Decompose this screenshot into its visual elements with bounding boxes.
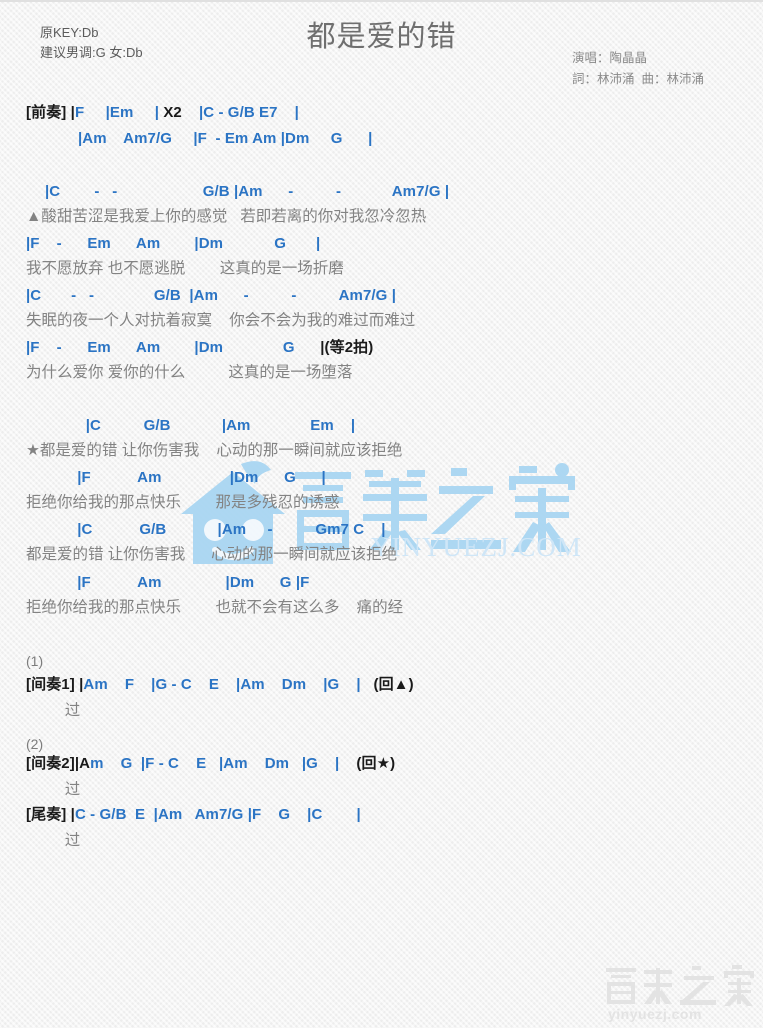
chord-run: Am F |G - C E |Am Dm |G | (回▲) xyxy=(83,676,413,693)
sheet-line-ch2-l2: 拒绝你给我的那点快乐 也就不会有这么多 痛的经 xyxy=(26,599,404,616)
sheet-line-ch1-l1: ★都是爱的错 让你伤害我 心动的那一瞬间就应该拒绝 xyxy=(26,442,403,459)
sheet-line-v1-c1: |C - - G/B |Am - - Am7/G | xyxy=(45,183,450,200)
section-label: [前奏] | xyxy=(26,104,75,121)
beat-annotation: |(等2拍) xyxy=(320,339,374,356)
repeat-annotation: (回▲) xyxy=(373,676,414,693)
sheet-line-ch1-c2: |F Am |Dm G | xyxy=(26,469,326,486)
sheet-line-out-c: [尾奏] |C - G/B E |Am Am7/G |F G |C | xyxy=(0,806,763,824)
sheet-line-v2-c1: |C - - G/B |Am - - Am7/G | xyxy=(26,287,397,304)
sheet-line-v1-c2: |F - Em Am |Dm G | xyxy=(26,235,321,252)
sheet-line-int1-l: 过 xyxy=(26,702,81,719)
sheet-line-out-l: 过 xyxy=(26,832,81,849)
sheet-line-v2-l2: 为什么爱你 爱你的什么 这真的是一场堕落 xyxy=(26,364,353,381)
sheet-line-v2-c2: |F - Em Am |Dm G |(等2拍) xyxy=(0,339,763,357)
sheet-line-v1-l2: 我不愿放弃 也不愿逃脱 这真的是一场折磨 xyxy=(26,260,344,277)
chord-run: |C - G/B E7 | xyxy=(181,104,299,121)
sheet-line-v2-l1: 失眠的夜一个人对抗着寂寞 你会不会为我的难过而难过 xyxy=(26,312,416,329)
credits: 演唱：陶晶晶詞：林沛涌 曲：林沛涌 xyxy=(572,48,704,90)
writer-line: 詞：林沛涌 曲：林沛涌 xyxy=(572,72,704,86)
chord-run: F |Em | X2 |C - G/B E7 | xyxy=(75,104,299,121)
chord-run: m G |F - C E |Am Dm |G | xyxy=(90,755,357,772)
chord-run: Am F |G - C E |Am Dm |G | xyxy=(83,676,374,693)
sheet-line-ch2-c1: |C G/B |Am - Gm7 C | xyxy=(26,521,386,538)
svg-text:yinyuezj.com: yinyuezj.com xyxy=(608,1006,702,1022)
sheet-line-intro-2: |Am Am7/G |F - Em Am |Dm G | xyxy=(78,130,373,147)
chord-run: C - G/B E |Am Am7/G |F G |C | xyxy=(74,806,361,823)
sheet-line-ch1-l2: 拒绝你给我的那点快乐 那是多残忍的诱惑 xyxy=(26,494,340,511)
sheet-line-ch2-l1: 都是爱的错 让你伤害我 心动的那一瞬间就应该拒绝 xyxy=(26,546,398,563)
sheet-line-rep1: (1) xyxy=(26,653,44,669)
bottom-watermark: yinyuezj.com xyxy=(600,962,758,1024)
repeat-count: X2 xyxy=(163,104,182,121)
sheet-line-int2-c: [间奏2]|Am G |F - C E |Am Dm |G | (回★) xyxy=(0,755,763,773)
sheet-line-int1-c: [间奏1] |Am F |G - C E |Am Dm |G | (回▲) xyxy=(0,676,763,694)
top-divider xyxy=(0,0,763,2)
sheet-line-rep2: (2) xyxy=(26,736,44,752)
repeat-annotation: (回★) xyxy=(356,755,396,772)
singer-line: 演唱：陶晶晶 xyxy=(572,51,648,65)
chord-run: |F - Em Am |Dm G xyxy=(26,339,321,356)
section-label: [尾奏] | xyxy=(26,806,75,823)
section-label: [间奏1] | xyxy=(26,676,84,693)
sheet-line-ch1-c1: |C G/B |Am Em | xyxy=(26,417,356,434)
sheet-line-int2-l: 过 xyxy=(26,781,81,798)
sheet-line-ch2-c2: |F Am |Dm G |F xyxy=(26,574,310,591)
sheet-line-intro-1: [前奏] |F |Em | X2 |C - G/B E7 | xyxy=(0,104,763,122)
chord-run: F |Em | xyxy=(74,104,164,121)
sheet-line-v1-l1: ▲酸甜苦涩是我爱上你的感觉 若即若离的你对我忽冷忽热 xyxy=(26,208,427,225)
section-label: [间奏2]|A xyxy=(26,755,91,772)
chord-run: m G |F - C E |Am Dm |G | (回★) xyxy=(90,755,395,772)
